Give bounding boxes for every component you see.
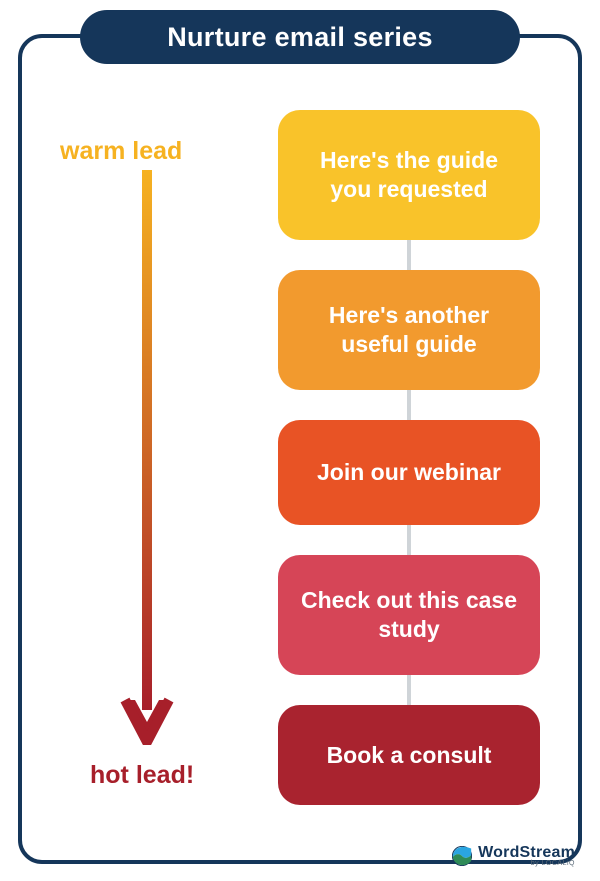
- step-connector: [407, 525, 411, 555]
- step-label: Join our webinar: [317, 458, 501, 487]
- brand-text: WordStream by LOCALiQ: [478, 844, 575, 867]
- hot-lead-label: hot lead!: [90, 761, 194, 790]
- step-label: Here's the guide you requested: [300, 146, 518, 204]
- step-box-2: Here's another useful guide: [278, 270, 540, 390]
- brand-logo: WordStream by LOCALiQ: [452, 844, 575, 867]
- wordstream-logo-icon: [452, 846, 472, 866]
- gradient-arrow-icon: [117, 170, 177, 745]
- step-box-4: Check out this case study: [278, 555, 540, 675]
- step-box-1: Here's the guide you requested: [278, 110, 540, 240]
- diagram-title: Nurture email series: [80, 10, 520, 64]
- diagram-title-text: Nurture email series: [167, 22, 433, 53]
- warm-lead-label: warm lead: [60, 137, 182, 166]
- step-label: Check out this case study: [300, 586, 518, 644]
- step-label: Here's another useful guide: [300, 301, 518, 359]
- brand-subtext: by LOCALiQ: [531, 860, 575, 867]
- step-connector: [407, 675, 411, 705]
- step-connector: [407, 390, 411, 420]
- step-label: Book a consult: [327, 741, 492, 770]
- step-connector: [407, 240, 411, 270]
- step-box-3: Join our webinar: [278, 420, 540, 525]
- step-box-5: Book a consult: [278, 705, 540, 805]
